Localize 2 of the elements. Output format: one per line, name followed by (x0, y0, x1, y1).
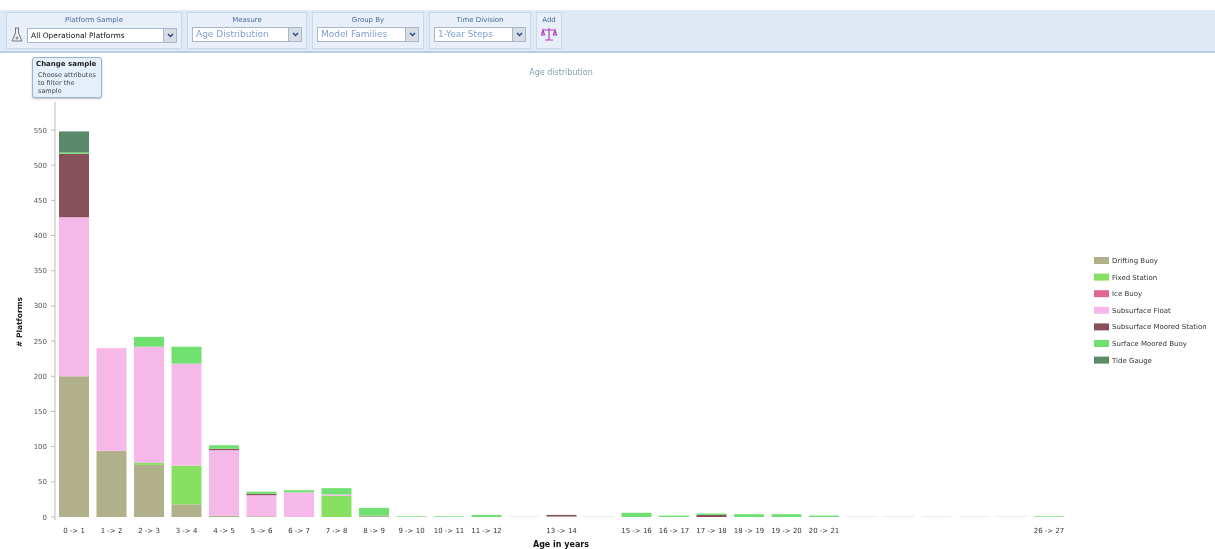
chart-title: Age distribution (529, 68, 593, 77)
x-axis-title: Age in years (532, 540, 590, 549)
